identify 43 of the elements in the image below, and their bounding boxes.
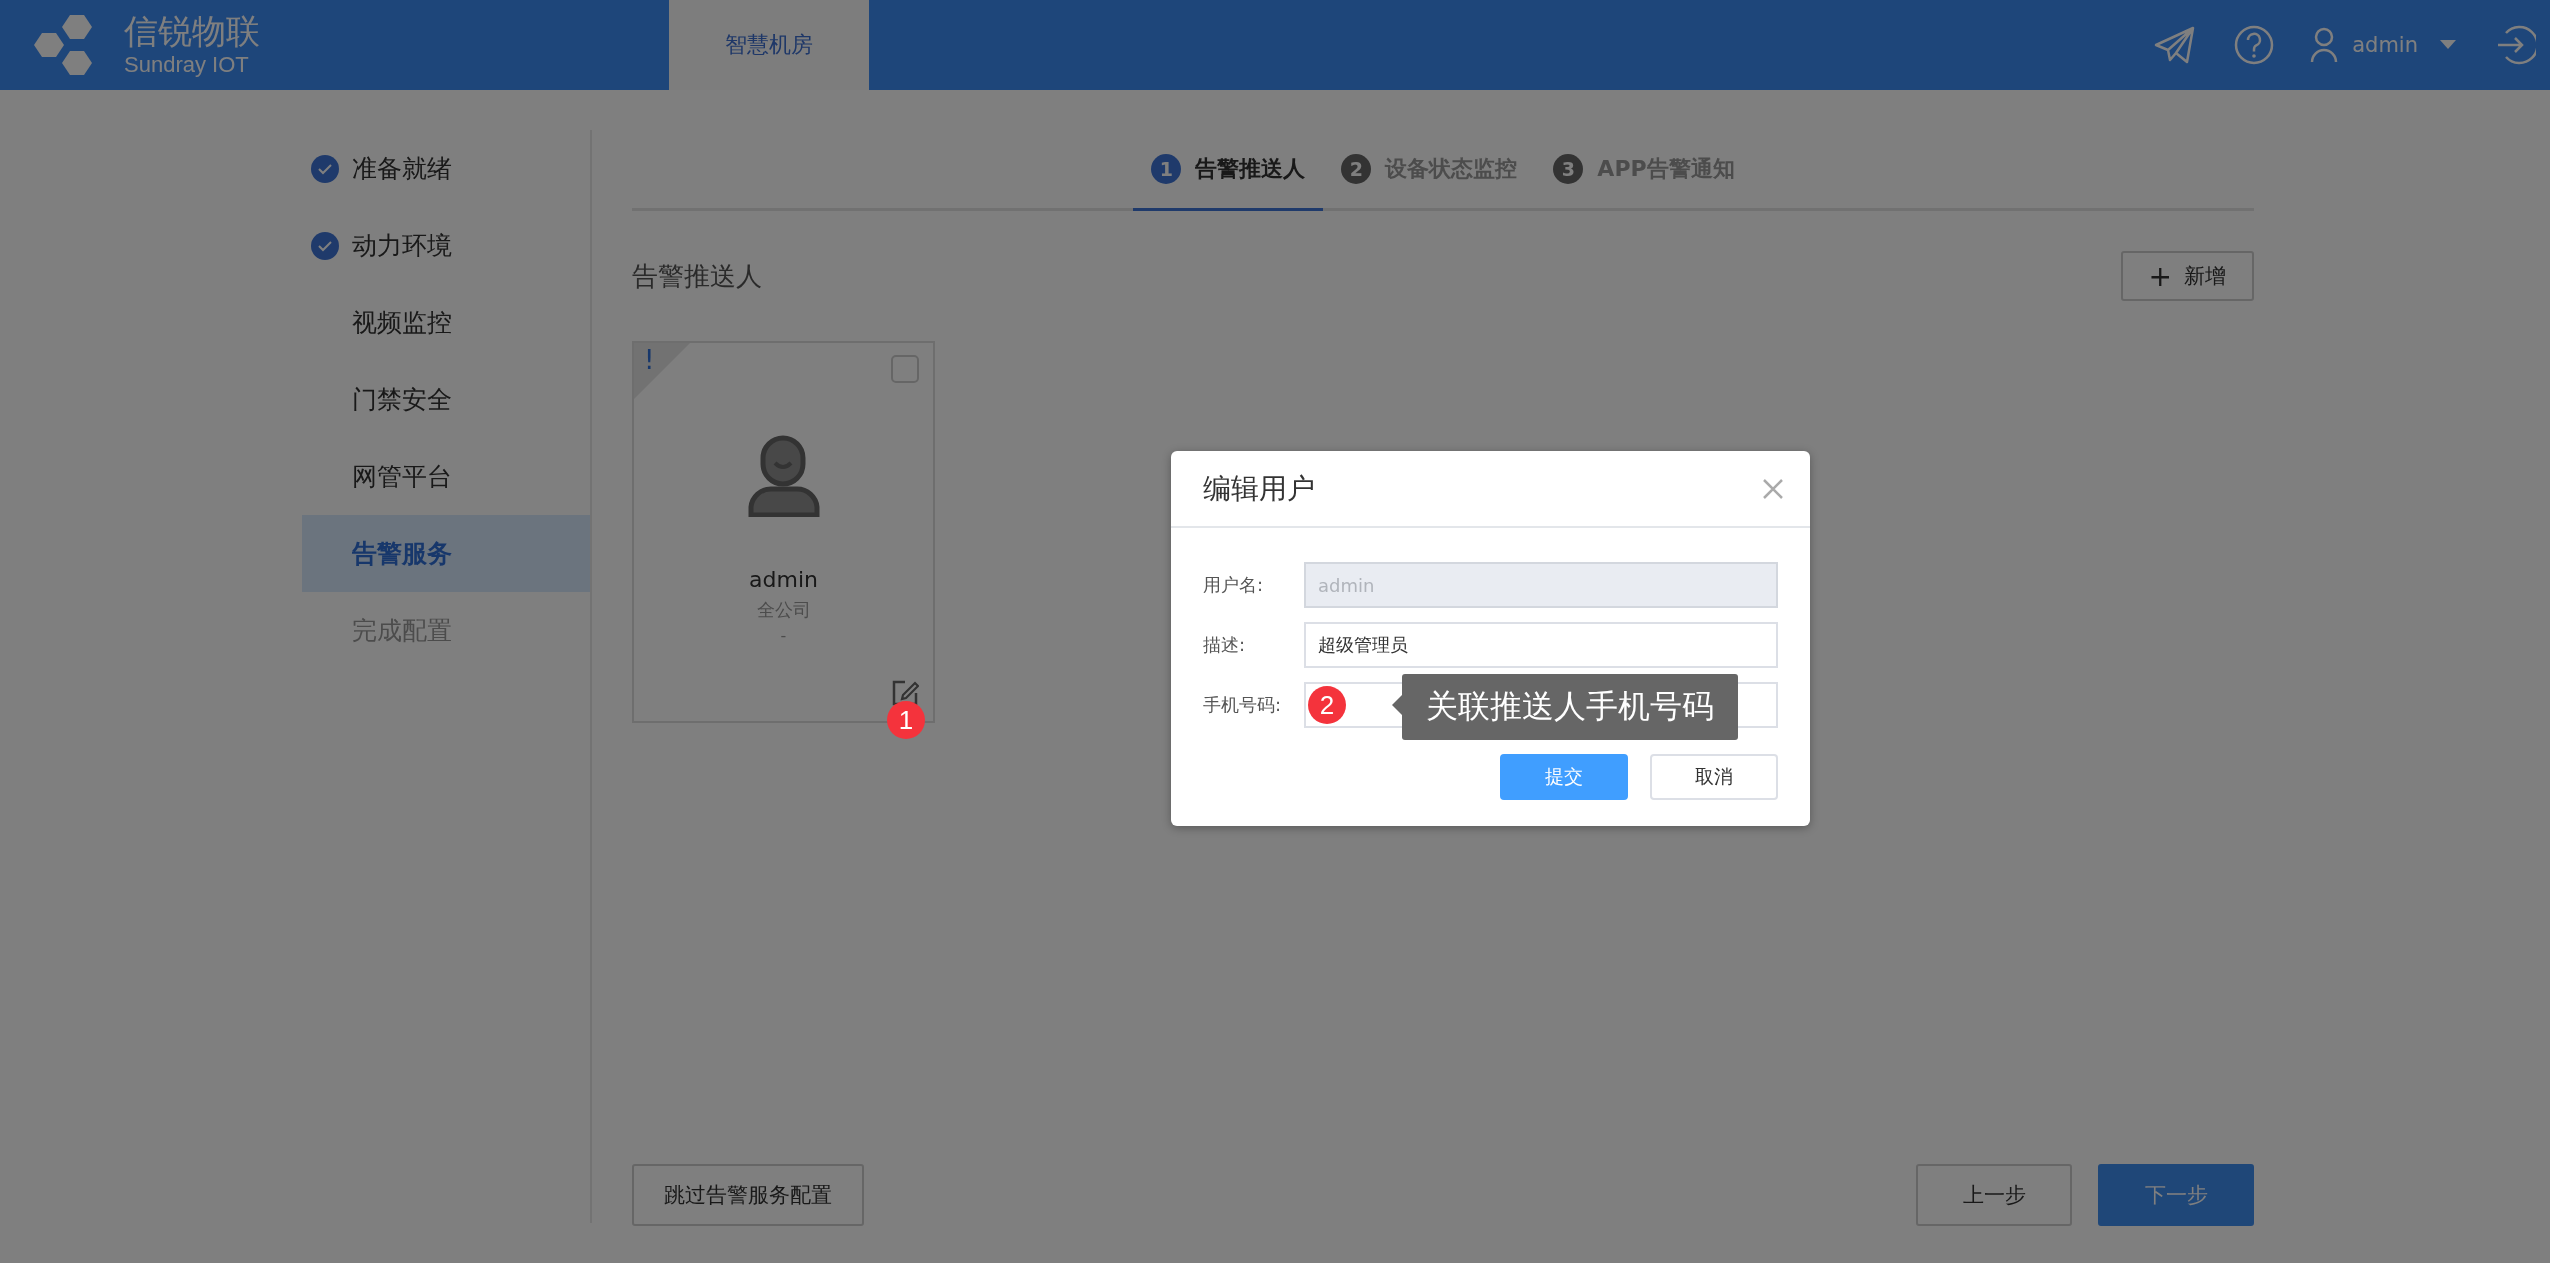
dialog-title: 编辑用户 xyxy=(1203,470,1315,507)
help-icon[interactable] xyxy=(2234,25,2275,65)
paper-plane-icon[interactable] xyxy=(2154,25,2197,65)
checkbox[interactable] xyxy=(891,355,919,383)
edit-icon[interactable] xyxy=(891,679,919,707)
user-icon[interactable] xyxy=(2310,27,2339,63)
alert-mark: ! xyxy=(644,345,655,375)
user-name[interactable]: admin xyxy=(2352,33,2418,57)
nav-tab[interactable]: 智慧机房 xyxy=(669,0,869,90)
user-card-phone: - xyxy=(780,626,787,645)
sidebar-item[interactable]: 视频监控 xyxy=(302,284,590,361)
field-label: 描述: xyxy=(1203,633,1247,657)
user-avatar-icon xyxy=(747,435,820,517)
previous-button[interactable]: 上一步 xyxy=(1916,1164,2072,1226)
skip-button[interactable]: 跳过告警服务配置 xyxy=(632,1164,864,1226)
user-card-name: admin xyxy=(749,567,818,592)
logo-subtitle: Sundray IOT xyxy=(124,54,250,76)
step-number: 1 xyxy=(1151,154,1182,184)
field-label: 手机号码: xyxy=(1203,693,1283,717)
sidebar-item[interactable]: 网管平台 xyxy=(302,438,590,515)
logout-icon[interactable] xyxy=(2496,25,2536,65)
sidebar-item-label[interactable]: 动力环境 xyxy=(352,229,452,262)
sidebar-item-label[interactable]: 准备就绪 xyxy=(352,152,452,185)
step-badge: 1 xyxy=(887,701,925,739)
step-label: 告警推送人 xyxy=(1195,155,1306,183)
field-label: 用户名: xyxy=(1203,573,1265,597)
sidebar-item[interactable]: 动力环境 xyxy=(302,207,590,284)
cancel-button[interactable]: 取消 xyxy=(1650,754,1778,800)
sidebar-item[interactable]: 告警服务 xyxy=(302,515,590,592)
sidebar-item[interactable]: 门禁安全 xyxy=(302,361,590,438)
add-button[interactable]: + 新增 xyxy=(2120,251,2254,301)
section-title: 告警推送人 xyxy=(632,259,762,293)
step-tab[interactable]: 1 告警推送人 xyxy=(1133,130,1324,211)
logo-name: 信锐物联 xyxy=(124,14,260,48)
step-number: 2 xyxy=(1341,154,1372,184)
input-field[interactable]: 超级管理员 xyxy=(1304,622,1778,668)
submit-button[interactable]: 提交 xyxy=(1500,754,1628,800)
hint-tooltip: 关联推送人手机号码 xyxy=(1402,674,1738,740)
next-button[interactable]: 下一步 xyxy=(2098,1164,2254,1226)
sidebar-item[interactable]: 准备就绪 xyxy=(302,130,590,207)
step-number: 3 xyxy=(1553,154,1584,184)
close-icon[interactable] xyxy=(1762,477,1784,500)
caret-icon[interactable] xyxy=(2440,40,2456,50)
